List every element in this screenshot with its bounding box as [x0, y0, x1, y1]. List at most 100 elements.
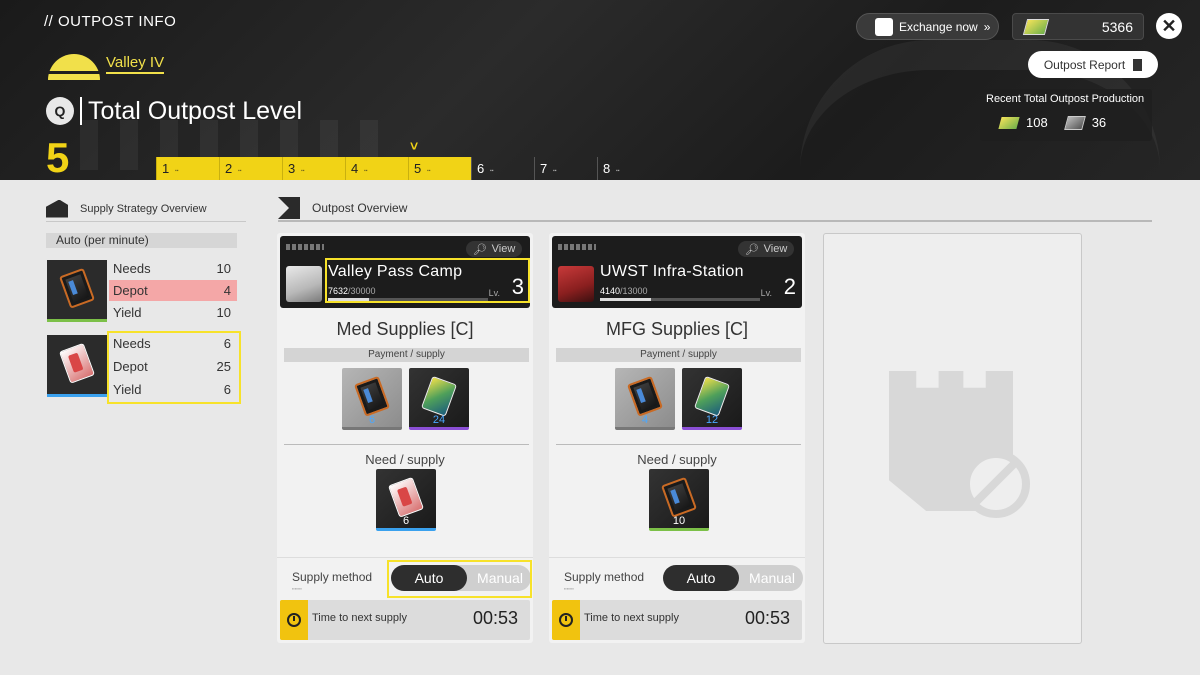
level-segment: 8 ▪▪ [597, 157, 660, 180]
need-slot[interactable]: 6 [376, 469, 436, 531]
supply-strategy-title: Supply Strategy Overview [80, 202, 207, 215]
battery-icon [626, 375, 664, 417]
region-logo-icon [48, 52, 100, 80]
highlight-frame [387, 560, 532, 598]
need-label: Need / supply [365, 452, 445, 467]
next-supply-time: 00:53 [744, 608, 790, 628]
currency-display: 5366 [1012, 13, 1144, 40]
payment-qty: 12 [705, 414, 719, 426]
battery-icon [660, 476, 698, 518]
med-kit-icon [387, 476, 425, 518]
next-supply-timer: Time to next supply 00:53 [280, 600, 530, 640]
outpost-overview-icon [278, 197, 300, 219]
view-button[interactable]: 🔎︎ View [738, 241, 794, 257]
payment-label: Payment / supply [556, 348, 801, 362]
recent-production-label: Recent Total Outpost Production [986, 93, 1145, 105]
needs-stat: Needs 10 [113, 261, 231, 276]
payment-slot[interactable]: 6 [342, 368, 402, 430]
supply-item-thumb [47, 260, 107, 322]
level-progress-bar: 1 ▪▪ 2 ▪▪ 3 ▪▪ 4 ▪▪ 5 ▪▪ 6 ▪▪ 7 ▪▪ 8 ▪▪ [156, 157, 660, 180]
need-qty: 6 [402, 515, 410, 527]
view-button[interactable]: 🔎︎ View [466, 241, 522, 257]
payment-qty: 4 [641, 414, 649, 426]
currency-value: 5366 [1101, 18, 1133, 35]
highlight-frame [107, 331, 241, 404]
need-label: Need / supply [637, 452, 717, 467]
outpost-level: 2 [783, 274, 796, 299]
clock-icon-box [552, 600, 580, 640]
gold-crystal-icon [693, 375, 731, 417]
need-slot[interactable]: 10 [649, 469, 709, 531]
gold-crystal-icon [420, 375, 458, 417]
recent-production-value: 108 [1026, 115, 1048, 130]
divider [556, 444, 801, 445]
supply-method-label: Supply method [564, 570, 645, 584]
next-supply-timer: Time to next supply 00:53 [552, 600, 802, 640]
ban-icon [962, 450, 1030, 518]
need-qty: 10 [672, 515, 686, 527]
total-level-value: 5 [46, 134, 70, 180]
supply-method-label: Supply method [292, 570, 373, 584]
level-info-icon[interactable]: Q [46, 97, 74, 125]
manual-option[interactable]: Manual [741, 565, 803, 591]
search-icon: 🔎︎ [472, 243, 487, 256]
supply-method-sublabel: ▪▪▪▪▪▪▪ [564, 586, 574, 591]
header: // OUTPOST INFO Valley IV Q Total Outpos… [0, 0, 1200, 180]
total-level-title: Total Outpost Level [80, 97, 302, 125]
clock-icon [559, 613, 573, 627]
gem-icon [1022, 18, 1050, 35]
gold-crystal-icon [998, 116, 1020, 129]
outpost-overview-header: Outpost Overview [278, 196, 1152, 222]
med-kit-icon [58, 342, 96, 384]
divider [284, 444, 529, 445]
goods-name: MFG Supplies [C] [605, 319, 749, 339]
view-label: View [491, 243, 516, 255]
card-stripes [558, 244, 596, 250]
region-selector[interactable]: Valley IV [48, 52, 165, 80]
battery-icon [58, 267, 96, 309]
highlight-frame [325, 258, 530, 303]
next-supply-label: Time to next supply [584, 612, 679, 624]
goods-name: Med Supplies [C] [336, 319, 474, 339]
outpost-report-label: Outpost Report [1043, 57, 1126, 72]
outpost-overview-title: Outpost Overview [312, 201, 408, 215]
payment-qty: 6 [368, 414, 376, 426]
outpost-level-label: Lv. [760, 288, 772, 298]
search-icon: 🔎︎ [744, 243, 759, 256]
exchange-label: Exchange now [899, 19, 978, 34]
recent-production-panel: Recent Total Outpost Production 108 36 [980, 89, 1152, 141]
level-segment: 2 ▪▪ [219, 157, 282, 180]
payment-slot[interactable]: 12 [682, 368, 742, 430]
supply-method: Supply method ▪▪▪▪▪▪▪ Auto Manual [549, 557, 805, 599]
outpost-xp: 4140/13000 [600, 286, 648, 296]
page-title: // OUTPOST INFO [44, 13, 177, 30]
level-segment: 4 ▪▪ [345, 157, 408, 180]
supply-mode-label: Auto (per minute) [46, 233, 237, 248]
level-segment: 3 ▪▪ [282, 157, 345, 180]
payment-qty: 24 [432, 414, 446, 426]
outpost-name: UWST Infra-Station [600, 263, 744, 280]
supply-method-toggle[interactable]: Auto Manual [663, 565, 803, 591]
close-button[interactable]: ✕ [1156, 13, 1182, 39]
supply-row[interactable]: Needs 10 Depot 4 Yield 10 [46, 258, 238, 324]
outpost-report-button[interactable]: Outpost Report [1028, 51, 1158, 78]
close-icon: ✕ [1161, 15, 1177, 36]
yield-stat: Yield 10 [113, 305, 231, 320]
level-segment: 1 ▪▪ [156, 157, 219, 180]
outpost-card[interactable]: 🔎︎ View UWST Infra-Station 4140/13000 Lv… [549, 233, 805, 643]
view-label: View [763, 243, 788, 255]
avatar [558, 266, 594, 302]
chevron-right-icon: » [983, 19, 991, 34]
auto-option[interactable]: Auto [663, 565, 739, 591]
payment-slot[interactable]: 4 [615, 368, 675, 430]
battery-icon [353, 375, 391, 417]
exchange-now-button[interactable]: Exchange now » [856, 13, 999, 40]
recent-production-value: 36 [1091, 115, 1107, 130]
outpost-xp-bar [600, 298, 760, 301]
payment-slot[interactable]: 24 [409, 368, 469, 430]
supply-method-sublabel: ▪▪▪▪▪▪▪ [292, 586, 302, 591]
level-segment: 5 ▪▪ [408, 157, 471, 180]
clock-icon-box [280, 600, 308, 640]
next-supply-label: Time to next supply [312, 612, 407, 624]
recent-production-item: 36 [1063, 115, 1107, 130]
